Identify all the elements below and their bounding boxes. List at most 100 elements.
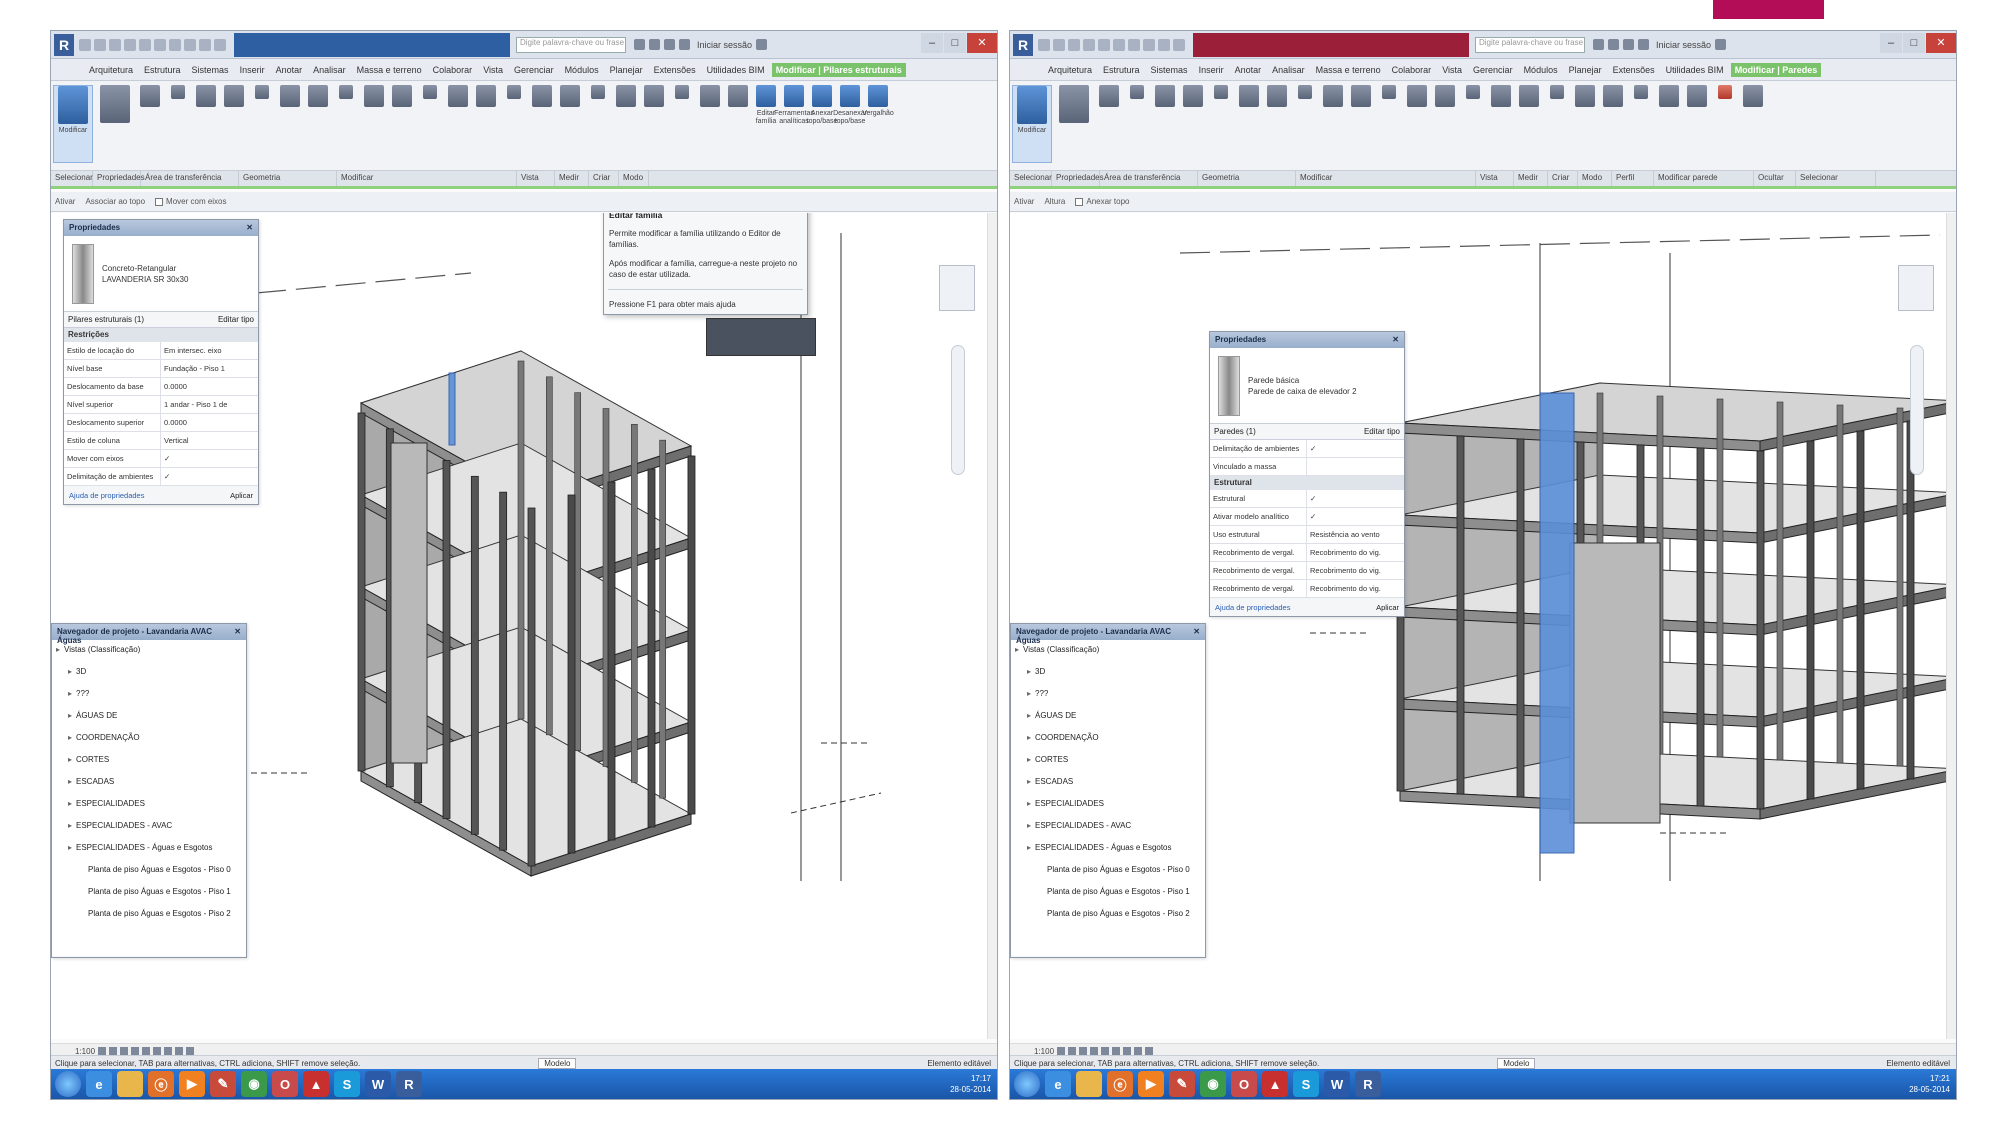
close-button[interactable]: ✕ (1926, 32, 1956, 53)
ribbon-tab[interactable]: Planejar (1565, 63, 1606, 77)
revit-icon[interactable]: R (1355, 1071, 1381, 1097)
tree-item[interactable]: ▸ COORDENAÇÃO (52, 728, 246, 750)
redo-icon[interactable] (1083, 38, 1095, 51)
ribbon-tool[interactable] (585, 85, 611, 163)
tree-item[interactable]: ▸ ESCADAS (52, 772, 246, 794)
undo-icon[interactable] (1068, 38, 1080, 51)
expand-toggle-icon[interactable]: ▸ (68, 733, 76, 742)
ribbon-tool[interactable] (1376, 85, 1402, 163)
property-group-header[interactable]: Restrições (64, 328, 258, 342)
user-icon[interactable] (679, 39, 690, 50)
print-icon[interactable] (1098, 38, 1110, 51)
3d-view-icon[interactable] (1143, 38, 1155, 51)
ribbon-tool[interactable] (1432, 85, 1458, 163)
type-selector[interactable]: Parede básica Parede de caixa de elevador… (1210, 348, 1404, 424)
drawing-canvas[interactable]: Propriedades ✕ Concreto-Retangular LAVANDER… (51, 213, 997, 1039)
ribbon-tool[interactable] (1320, 85, 1346, 163)
star-icon[interactable] (1623, 39, 1634, 50)
options-item-1[interactable]: Ativar (1014, 197, 1034, 206)
expand-toggle-icon[interactable]: ▸ (1027, 821, 1035, 830)
ribbon-tool[interactable] (697, 85, 723, 163)
binoculars-icon[interactable] (634, 39, 645, 50)
tree-item[interactable]: ▸ ÁGUAS DE (1011, 706, 1205, 728)
ribbon-tab[interactable]: Planejar (606, 63, 647, 77)
edit-analytical-button[interactable]: Ferramentas analíticas (774, 85, 814, 163)
ribbon-tab[interactable]: Estrutura (140, 63, 185, 77)
property-value[interactable] (1307, 458, 1404, 475)
ribbon-tool[interactable] (1152, 85, 1178, 163)
property-value[interactable]: 0.0000 (161, 414, 258, 431)
ribbon-tool[interactable] (333, 85, 359, 163)
tree-item[interactable]: ▸ 3D (1011, 662, 1205, 684)
ribbon-tool[interactable] (641, 85, 667, 163)
property-row[interactable]: Delimitação de ambientes ✓ (64, 468, 258, 486)
editable-filter[interactable]: Elemento editável (1886, 1059, 1956, 1068)
property-row[interactable]: Deslocamento da base 0.0000 (64, 378, 258, 396)
binoculars-icon[interactable] (1593, 39, 1604, 50)
checkbox-icon[interactable] (1075, 197, 1084, 206)
show-crop-icon[interactable] (153, 1047, 162, 1055)
tree-item[interactable]: ▸??? (1011, 684, 1205, 706)
ribbon-tool[interactable] (613, 85, 639, 163)
properties-help-link[interactable]: Ajuda de propriedades (69, 491, 144, 500)
property-row[interactable]: Recobrimento de vergal. Recobrimento do v… (1210, 544, 1404, 562)
chrome-icon[interactable]: ◉ (1200, 1071, 1226, 1097)
ribbon-tab[interactable]: Inserir (236, 63, 269, 77)
crop-view-icon[interactable] (142, 1047, 151, 1055)
detail-level-icon[interactable] (1057, 1047, 1066, 1055)
attach-base-button[interactable]: Anexar topo/base (807, 85, 837, 163)
section-icon[interactable] (199, 38, 211, 51)
ribbon-tab[interactable]: Vista (479, 63, 507, 77)
property-value[interactable]: Fundação - Piso 1 (161, 360, 258, 377)
expand-toggle-icon[interactable]: ▸ (68, 711, 76, 720)
ribbon-tool[interactable] (1740, 85, 1766, 163)
property-row[interactable]: Nível base Fundação - Piso 1 (64, 360, 258, 378)
ribbon-tool[interactable] (1684, 85, 1710, 163)
ribbon-tool[interactable] (1404, 85, 1430, 163)
properties-title-bar[interactable]: Propriedades ✕ (1210, 332, 1404, 348)
expand-toggle-icon[interactable]: ▸ (68, 821, 76, 830)
ribbon-tab[interactable]: Módulos (1520, 63, 1562, 77)
property-group-header[interactable]: Estrutural (1210, 476, 1404, 490)
system-tray-clock[interactable]: 17:17 28-05-2014 (950, 1073, 997, 1095)
project-browser-title-bar[interactable]: Navegador de projeto - Lavandaria AVAC Á… (1011, 624, 1205, 645)
revit-icon[interactable]: R (396, 1071, 422, 1097)
edit-type-button[interactable]: Editar tipo (218, 315, 254, 324)
ribbon-tool[interactable] (1264, 85, 1290, 163)
revit-app-icon[interactable]: R (54, 33, 74, 56)
ribbon-tool[interactable] (501, 85, 527, 163)
ribbon-tab[interactable]: Modificar | Pilares estruturais (771, 62, 906, 77)
property-value[interactable]: 1 andar - Piso 1 de (161, 396, 258, 413)
3d-view-icon[interactable] (184, 38, 196, 51)
subscription-icon[interactable] (1608, 39, 1619, 50)
properties-button[interactable] (95, 85, 135, 163)
property-row[interactable]: Delimitação de ambientes ✓ (1210, 440, 1404, 458)
navigation-bar[interactable] (1910, 345, 1924, 475)
word-icon[interactable]: W (365, 1071, 391, 1097)
edit-type-button[interactable]: Editar tipo (1364, 427, 1400, 436)
text-icon[interactable] (169, 38, 181, 51)
ribbon-tab[interactable]: Sistemas (1147, 63, 1192, 77)
opera-icon[interactable]: O (272, 1071, 298, 1097)
detail-level-icon[interactable] (98, 1047, 107, 1055)
ribbon-tool[interactable] (389, 85, 415, 163)
close-button[interactable]: ✕ (967, 32, 997, 53)
vertical-scrollbar[interactable] (987, 213, 997, 1039)
reveal-hidden-icon[interactable] (1145, 1047, 1154, 1055)
workset-selector[interactable]: Modelo (1497, 1058, 1536, 1069)
properties-help-link[interactable]: Ajuda de propriedades (1215, 603, 1290, 612)
shadows-icon[interactable] (1090, 1047, 1099, 1055)
property-value[interactable]: ✓ (1307, 440, 1404, 457)
undo-icon[interactable] (109, 38, 121, 51)
modify-button[interactable]: Modificar (53, 85, 93, 163)
ribbon-tab[interactable]: Anotar (272, 63, 307, 77)
ribbon-tool[interactable] (529, 85, 555, 163)
ribbon-tool[interactable] (277, 85, 303, 163)
tree-item[interactable]: ▸ ESPECIALIDADES - Águas e Esgotos (1011, 838, 1205, 860)
skype-icon[interactable]: S (1293, 1071, 1319, 1097)
property-row[interactable]: Uso estrutural Resistência ao vento (1210, 526, 1404, 544)
navigation-bar[interactable] (951, 345, 965, 475)
lock-view-icon[interactable] (164, 1047, 173, 1055)
ribbon-tab[interactable]: Analisar (1268, 63, 1309, 77)
ribbon-tool[interactable] (473, 85, 499, 163)
